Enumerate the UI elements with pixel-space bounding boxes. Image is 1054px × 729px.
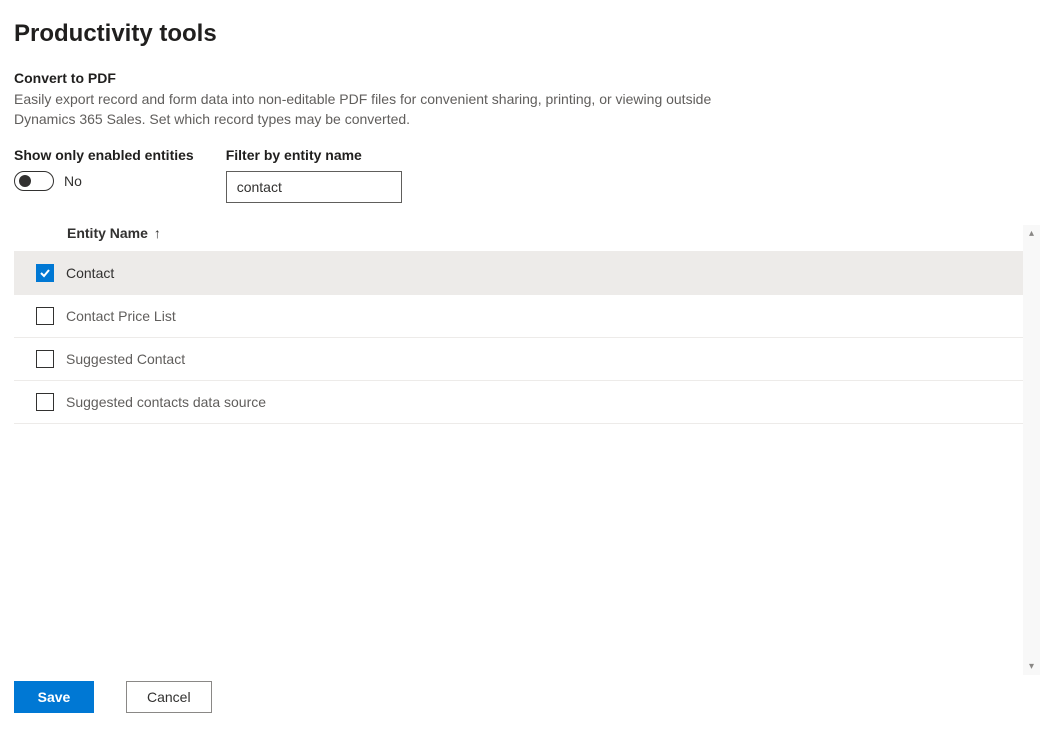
column-header-label: Entity Name <box>67 225 148 241</box>
show-only-enabled-label: Show only enabled entities <box>14 147 194 163</box>
checkmark-icon <box>39 267 51 279</box>
sort-ascending-icon: ↑ <box>154 226 161 240</box>
section-description: Easily export record and form data into … <box>14 90 734 129</box>
row-checkbox[interactable] <box>36 393 54 411</box>
show-only-enabled-value: No <box>64 173 82 189</box>
entity-name-label: Contact Price List <box>66 308 176 324</box>
table-row[interactable]: Contact Price List <box>14 295 1023 338</box>
page-title: Productivity tools <box>14 20 1040 48</box>
filter-input[interactable] <box>226 171 402 203</box>
entity-name-label: Contact <box>66 265 114 281</box>
scroll-down-icon[interactable]: ▾ <box>1023 658 1040 675</box>
scroll-up-icon[interactable]: ▴ <box>1023 225 1040 242</box>
table-row[interactable]: Contact <box>14 252 1023 295</box>
table-row[interactable]: Suggested Contact <box>14 338 1023 381</box>
row-checkbox[interactable] <box>36 307 54 325</box>
toggle-knob <box>19 175 31 187</box>
show-only-enabled-toggle[interactable] <box>14 171 54 191</box>
row-checkbox[interactable] <box>36 350 54 368</box>
entity-name-label: Suggested contacts data source <box>66 394 266 410</box>
table-row[interactable]: Suggested contacts data source <box>14 381 1023 424</box>
filter-label: Filter by entity name <box>226 147 402 163</box>
save-button[interactable]: Save <box>14 681 94 713</box>
row-checkbox[interactable] <box>36 264 54 282</box>
scrollbar[interactable]: ▴ ▾ <box>1023 225 1040 675</box>
column-header-entity-name[interactable]: Entity Name ↑ <box>14 225 1023 252</box>
entity-name-label: Suggested Contact <box>66 351 185 367</box>
cancel-button[interactable]: Cancel <box>126 681 212 713</box>
section-title-convert-pdf: Convert to PDF <box>14 70 1040 86</box>
